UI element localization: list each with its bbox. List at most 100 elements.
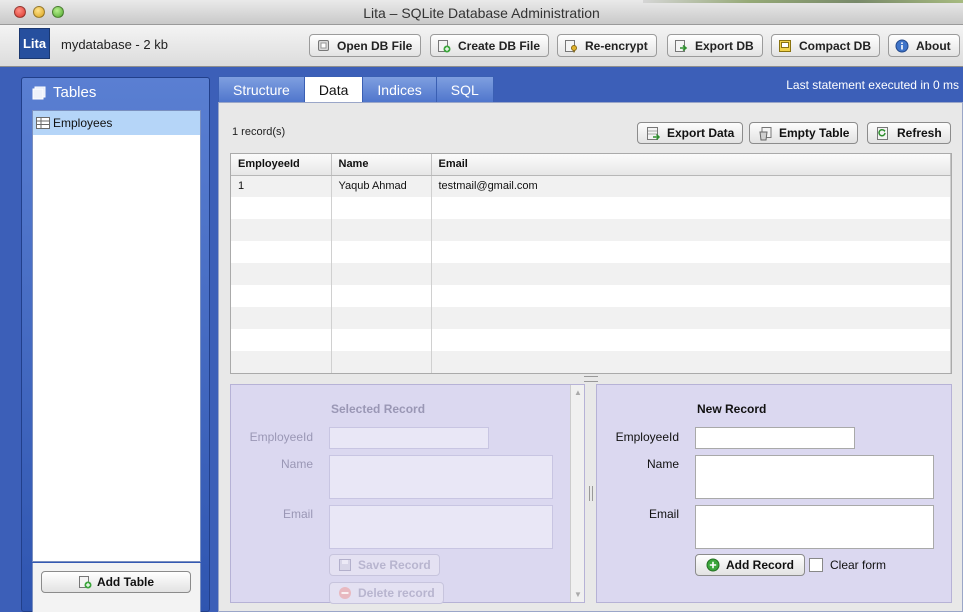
new-employeeid-field[interactable]	[695, 427, 855, 449]
save-record-button: Save Record	[329, 554, 440, 576]
last-statement-status: Last statement executed in 0 ms	[786, 78, 959, 92]
table-item-employees[interactable]: Employees	[33, 111, 200, 135]
database-create-icon	[437, 39, 451, 53]
key-icon	[564, 39, 578, 53]
about-label: About	[916, 38, 951, 53]
selected-record-panel: Selected Record EmployeeId Name Email Sa…	[230, 384, 585, 604]
cell-email[interactable]: testmail@gmail.com	[431, 175, 951, 197]
delete-icon	[338, 586, 352, 600]
info-icon	[895, 39, 909, 53]
database-open-icon	[316, 39, 330, 53]
selected-name-label: Name	[280, 457, 313, 471]
empty-row	[231, 197, 951, 219]
tables-panel: Tables Employees Add Table	[21, 77, 210, 612]
delete-record-label: Delete record	[358, 586, 435, 600]
refresh-button[interactable]: Refresh	[867, 122, 951, 144]
tab-sql[interactable]: SQL	[435, 76, 494, 102]
tab-structure[interactable]: Structure	[218, 76, 305, 102]
selected-employeeid-field	[329, 427, 489, 449]
add-record-label: Add Record	[726, 558, 795, 572]
empty-row	[231, 219, 951, 241]
add-record-button[interactable]: Add Record	[695, 554, 806, 576]
table-icon	[36, 117, 50, 129]
main-toolbar: Lita mydatabase - 2 kb Open DB File Crea…	[0, 25, 963, 67]
create-db-button[interactable]: Create DB File	[430, 34, 550, 57]
empty-row	[231, 329, 951, 351]
tables-heading: Tables	[32, 84, 96, 101]
column-header-email[interactable]: Email	[431, 154, 951, 176]
export-data-button[interactable]: Export Data	[637, 122, 744, 144]
empty-table-icon	[758, 126, 773, 141]
selected-email-label: Email	[282, 507, 313, 521]
window-title: Lita – SQLite Database Administration	[363, 5, 600, 21]
add-table-button[interactable]: Add Table	[41, 571, 191, 593]
export-db-button[interactable]: Export DB	[667, 34, 763, 57]
new-name-field[interactable]	[695, 455, 934, 499]
compact-db-label: Compact DB	[799, 38, 872, 53]
export-db-label: Export DB	[695, 38, 754, 53]
reencrypt-label: Re-encrypt	[585, 38, 648, 53]
delete-record-button: Delete record	[329, 582, 444, 604]
selected-employeeid-label: EmployeeId	[249, 430, 313, 444]
empty-row	[231, 351, 951, 373]
records-grid[interactable]: EmployeeId Name Email 1 Yaqub Ahmad test…	[230, 153, 952, 374]
selected-name-field	[329, 455, 553, 499]
view-tabs: Structure Data Indices SQL	[218, 76, 494, 102]
export-data-icon	[646, 126, 661, 141]
empty-row	[231, 285, 951, 307]
tab-indices[interactable]: Indices	[362, 76, 437, 102]
save-icon	[338, 558, 352, 572]
new-email-field[interactable]	[695, 505, 934, 549]
clear-form-label[interactable]: Clear form	[830, 558, 886, 572]
save-record-label: Save Record	[358, 558, 431, 572]
add-table-label: Add Table	[96, 575, 155, 589]
export-data-label: Export Data	[667, 126, 735, 140]
scroll-up-icon[interactable]: ▲	[574, 388, 582, 397]
empty-row	[231, 307, 951, 329]
header-row: EmployeeId Name Email	[231, 154, 951, 176]
vertical-splitter-handle[interactable]	[589, 486, 593, 501]
create-db-label: Create DB File	[458, 38, 541, 53]
new-record-panel: New Record EmployeeId Name Email Add Rec…	[596, 384, 952, 603]
empty-table-button[interactable]: Empty Table	[749, 122, 859, 144]
app-logo: Lita	[19, 28, 50, 59]
records-table: EmployeeId Name Email 1 Yaqub Ahmad test…	[231, 154, 951, 373]
open-db-label: Open DB File	[337, 38, 413, 53]
refresh-icon	[876, 126, 891, 141]
add-icon	[706, 558, 720, 572]
clear-form-checkbox[interactable]	[809, 558, 823, 572]
tables-heading-label: Tables	[53, 84, 97, 101]
tables-footer: Add Table	[32, 563, 201, 612]
tab-data[interactable]: Data	[303, 76, 364, 102]
compact-db-button[interactable]: Compact DB	[771, 34, 881, 57]
cell-employeeid[interactable]: 1	[231, 175, 332, 197]
table-list: Employees	[32, 110, 201, 562]
column-header-name[interactable]: Name	[331, 154, 432, 176]
scroll-down-icon[interactable]: ▼	[574, 590, 582, 599]
add-table-icon	[78, 575, 92, 589]
tables-icon	[32, 86, 46, 100]
open-db-button[interactable]: Open DB File	[309, 34, 422, 57]
desktop-background-strip	[643, 0, 963, 3]
export-icon	[674, 39, 688, 53]
column-header-employeeid[interactable]: EmployeeId	[231, 154, 332, 176]
about-button[interactable]: About	[888, 34, 960, 57]
data-tab-content: 1 record(s) Export Data Empty Table Refr…	[218, 102, 963, 612]
selected-email-field	[329, 505, 553, 549]
new-record-title: New Record	[697, 402, 767, 416]
empty-row	[231, 241, 951, 263]
new-name-label: Name	[646, 457, 679, 471]
selected-record-scrollbar[interactable]: ▲ ▼	[570, 385, 584, 602]
main-panel: Structure Data Indices SQL Last statemen…	[217, 71, 963, 612]
horizontal-splitter-handle[interactable]	[584, 376, 598, 382]
title-bar: Lita – SQLite Database Administration	[0, 0, 963, 25]
cell-name[interactable]: Yaqub Ahmad	[331, 175, 432, 197]
database-info: mydatabase - 2 kb	[61, 37, 168, 52]
table-row[interactable]: 1 Yaqub Ahmad testmail@gmail.com	[231, 175, 951, 197]
new-employeeid-label: EmployeeId	[615, 430, 679, 444]
empty-row	[231, 263, 951, 285]
new-email-label: Email	[648, 507, 679, 521]
reencrypt-button[interactable]: Re-encrypt	[557, 34, 657, 57]
record-count: 1 record(s)	[232, 126, 286, 138]
refresh-label: Refresh	[897, 126, 942, 140]
